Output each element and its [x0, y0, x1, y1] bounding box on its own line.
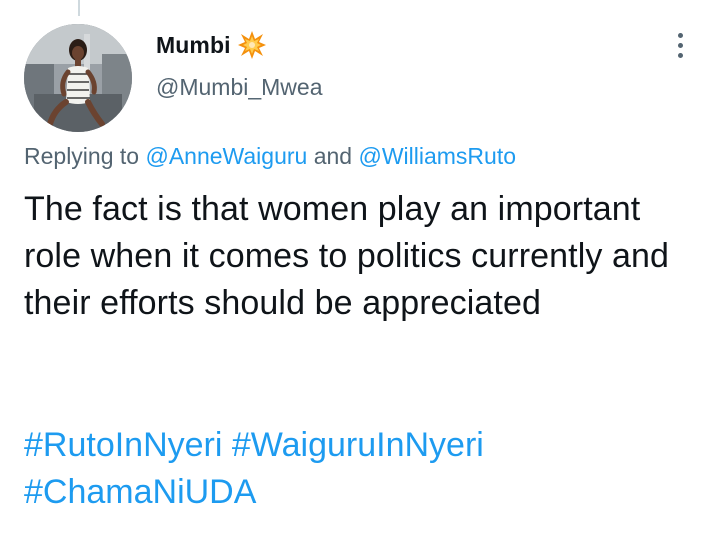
- collision-icon: [237, 30, 267, 60]
- three-dots-vertical-icon[interactable]: [666, 28, 694, 62]
- dot-icon: [677, 32, 683, 38]
- author-name-row: Mumbi: [156, 30, 267, 60]
- hashtag-link[interactable]: #RutoInNyeri: [24, 426, 222, 464]
- hashtag-link[interactable]: #WaiguruInNyeri: [232, 426, 484, 464]
- replying-to-conjunction: and: [313, 143, 353, 169]
- mention-link-annewaiguru[interactable]: @AnneWaiguru: [145, 143, 307, 169]
- profile-photo: [24, 24, 132, 132]
- replying-to-line: Replying to @AnneWaiguru and @WilliamsRu…: [24, 143, 516, 170]
- mention-link-williamsruto[interactable]: @WilliamsRuto: [358, 143, 516, 169]
- avatar[interactable]: [24, 24, 132, 132]
- tweet-hashtags: #RutoInNyeri #WaiguruInNyeri #ChamaNiUDA: [24, 422, 704, 516]
- thread-connector-line: [78, 0, 80, 16]
- tweet-body: The fact is that women play an important…: [24, 186, 704, 327]
- hashtag-link[interactable]: #ChamaNiUDA: [24, 473, 256, 511]
- author-handle[interactable]: @Mumbi_Mwea: [156, 74, 323, 101]
- tweet-body-text: The fact is that women play an important…: [24, 190, 670, 322]
- author-display-name[interactable]: Mumbi: [156, 32, 231, 59]
- replying-to-label: Replying to: [24, 143, 140, 169]
- dot-icon: [677, 42, 683, 48]
- dot-icon: [677, 52, 683, 58]
